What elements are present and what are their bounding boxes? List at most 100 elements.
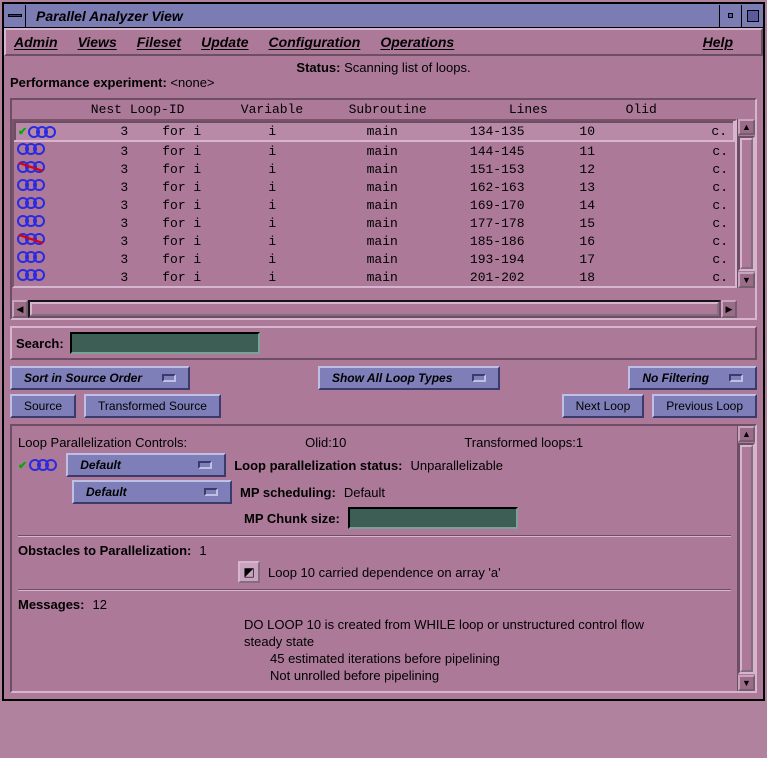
scroll-down-button[interactable]: ▼	[738, 675, 755, 691]
cell-subroutine: main	[322, 214, 442, 232]
scroll-up-button[interactable]: ▲	[738, 426, 755, 442]
menu-ops[interactable]: Operations	[380, 34, 454, 50]
transformed-loops-label: Transformed loops:1	[464, 435, 583, 450]
cell-olid: 13	[552, 178, 622, 196]
cell-loopid: for i	[132, 160, 222, 178]
status-label: Status:	[296, 60, 340, 75]
scroll-right-button[interactable]: ▶	[721, 300, 737, 318]
option-handle-icon	[204, 488, 218, 496]
scroll-down-button[interactable]: ▼	[738, 272, 755, 288]
transformed-source-button[interactable]: Transformed Source	[84, 394, 221, 418]
system-menu-button[interactable]	[4, 5, 26, 27]
search-input[interactable]	[70, 332, 260, 354]
cell-variable: i	[222, 160, 322, 178]
table-row[interactable]: 3for iimain169-17014c.	[15, 196, 734, 214]
table-row[interactable]: 3for iimain193-19417c.	[15, 250, 734, 268]
cell-subroutine: main	[322, 250, 442, 268]
vscroll-thumb[interactable]	[740, 138, 753, 269]
parstat-label: Loop parallelization status:	[234, 458, 402, 473]
panel-vertical-scrollbar[interactable]: ▲ ▼	[737, 426, 755, 691]
cell-lines: 185-186	[442, 232, 552, 250]
title-bar[interactable]: Parallel Analyzer View	[4, 4, 763, 28]
scroll-left-button[interactable]: ◀	[12, 300, 28, 318]
minimize-icon	[728, 13, 733, 18]
cell-olid: 17	[552, 250, 622, 268]
menu-help[interactable]: Help	[703, 34, 733, 50]
mpchunk-label: MP Chunk size:	[244, 511, 340, 526]
loop-icon	[17, 215, 47, 227]
cell-lines: 201-202	[442, 268, 552, 286]
mp-scheduling-option[interactable]: Default	[72, 480, 232, 504]
loop-table[interactable]: ✔3for iimain134-13510c.3for iimain144-14…	[14, 121, 735, 286]
source-button[interactable]: Source	[10, 394, 76, 418]
menu-config[interactable]: Configuration	[269, 34, 361, 50]
cell-file: c.	[622, 178, 734, 196]
mp-chunk-input[interactable]	[348, 507, 518, 529]
obstacles-count: 1	[199, 543, 206, 558]
mpsched-value: Default	[344, 485, 385, 500]
cell-loopid: for i	[132, 268, 222, 286]
window-title: Parallel Analyzer View	[26, 8, 719, 24]
cell-file: c.	[622, 232, 734, 250]
cell-loopid: for i	[132, 141, 222, 160]
parallel-status-option[interactable]: Default	[66, 453, 226, 477]
vscroll-thumb[interactable]	[740, 445, 753, 672]
table-row[interactable]: 3for iimain185-18616c.	[15, 232, 734, 250]
menu-views[interactable]: Views	[78, 34, 117, 50]
status-area: Status: Scanning list of loops. Performa…	[4, 56, 763, 98]
cell-file: c.	[622, 268, 734, 286]
table-row[interactable]: 3for iimain144-14511c.	[15, 141, 734, 160]
loop-list-panel: Nest Loop-ID Variable Subroutine Lines O…	[10, 98, 757, 320]
cell-variable: i	[222, 141, 322, 160]
menu-fileset[interactable]: Fileset	[137, 34, 181, 50]
loop-icon	[17, 197, 47, 209]
looptypes-option-label: Show All Loop Types	[332, 371, 452, 385]
cell-lines: 162-163	[442, 178, 552, 196]
table-row[interactable]: 3for iimain201-20218c.	[15, 268, 734, 286]
horizontal-scrollbar[interactable]: ◀ ▶	[12, 300, 755, 318]
obstacle-icon[interactable]: ◩	[238, 561, 260, 583]
filter-option-label: No Filtering	[642, 371, 709, 385]
cell-olid: 18	[552, 268, 622, 286]
hscroll-thumb[interactable]	[30, 302, 719, 316]
cell-nest: 3	[62, 122, 132, 141]
message-text: Not unrolled before pipelining	[240, 668, 648, 683]
search-label: Search:	[16, 336, 64, 351]
cell-file: c.	[622, 214, 734, 232]
maximize-button[interactable]	[741, 5, 763, 27]
cell-nest: 3	[62, 214, 132, 232]
menu-admin[interactable]: Admin	[14, 34, 58, 50]
previous-loop-button[interactable]: Previous Loop	[652, 394, 757, 418]
cell-subroutine: main	[322, 141, 442, 160]
vscroll-track[interactable]	[738, 136, 755, 271]
cell-nest: 3	[62, 160, 132, 178]
next-loop-button[interactable]: Next Loop	[562, 394, 645, 418]
cell-lines: 134-135	[442, 122, 552, 141]
message-text: 45 estimated iterations before pipelinin…	[240, 651, 648, 666]
cell-nest: 3	[62, 268, 132, 286]
menu-update[interactable]: Update	[201, 34, 248, 50]
status-value: Scanning list of loops.	[344, 60, 470, 75]
cell-subroutine: main	[322, 232, 442, 250]
looptypes-option[interactable]: Show All Loop Types	[318, 366, 500, 390]
table-row[interactable]: ✔3for iimain134-13510c.	[15, 122, 734, 141]
minimize-button[interactable]	[719, 5, 741, 27]
maximize-icon	[747, 10, 759, 22]
filter-option[interactable]: No Filtering	[628, 366, 757, 390]
scroll-up-button[interactable]: ▲	[738, 119, 755, 135]
hscroll-track[interactable]	[28, 300, 721, 318]
cell-variable: i	[222, 250, 322, 268]
sort-option[interactable]: Sort in Source Order	[10, 366, 190, 390]
menu-bar: Admin Views Fileset Update Configuration…	[4, 28, 763, 56]
vscroll-track[interactable]	[738, 443, 755, 674]
table-row[interactable]: 3for iimain162-16313c.	[15, 178, 734, 196]
cell-variable: i	[222, 196, 322, 214]
table-row[interactable]: 3for iimain151-15312c.	[15, 160, 734, 178]
table-row[interactable]: 3for iimain177-17815c.	[15, 214, 734, 232]
mpsched-label: MP scheduling:	[240, 485, 336, 500]
obstacle-text: Loop 10 carried dependence on array 'a'	[268, 565, 501, 580]
loop-ok-icon: ✔	[18, 458, 58, 472]
cell-olid: 11	[552, 141, 622, 160]
cell-loopid: for i	[132, 196, 222, 214]
vertical-scrollbar[interactable]: ▲ ▼	[737, 119, 755, 288]
